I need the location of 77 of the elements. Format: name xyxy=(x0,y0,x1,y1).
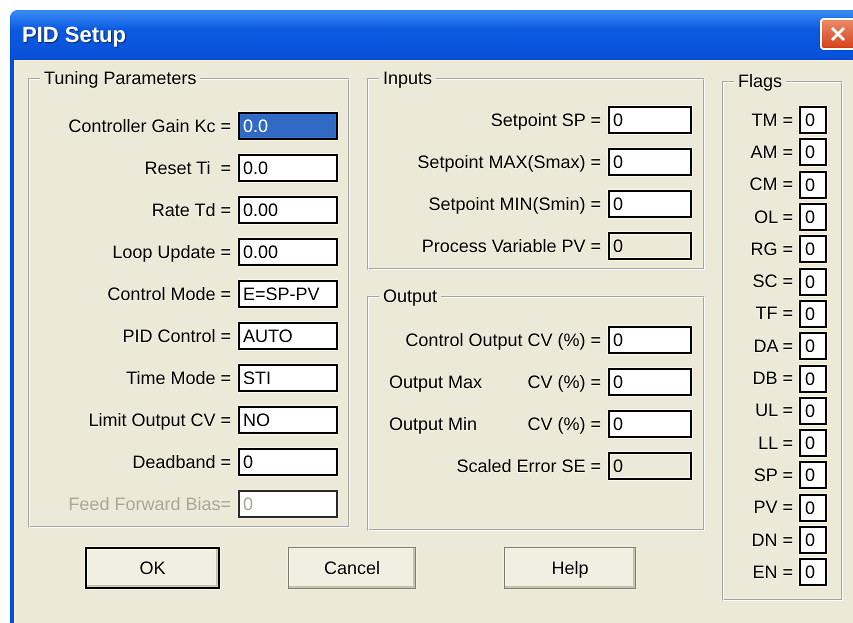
field-label: Feed Forward Bias= xyxy=(67,494,231,514)
input-field[interactable]: STI xyxy=(238,364,338,392)
input-field[interactable]: 0 xyxy=(608,326,692,354)
flag-label: EN = xyxy=(752,562,793,583)
input-field[interactable]: 0 xyxy=(608,148,692,176)
flag-label: TM = xyxy=(751,110,793,131)
flag-label: SC = xyxy=(752,271,793,292)
input-field[interactable]: 0.0 xyxy=(238,154,338,182)
field-label: Setpoint MAX(Smax) = xyxy=(416,152,601,172)
input-field[interactable]: 0.00 xyxy=(238,238,338,266)
field-label: PID Control = xyxy=(121,326,231,346)
field-label: Limit Output CV = xyxy=(87,410,231,430)
dialog-button[interactable]: OK xyxy=(85,547,220,589)
flag-field[interactable]: 0 xyxy=(799,300,827,328)
flag-field[interactable]: 0 xyxy=(799,235,827,264)
flag-label: DB = xyxy=(752,368,793,390)
flag-field[interactable]: 0 xyxy=(799,203,827,232)
field-label: Rate Td = xyxy=(150,200,231,220)
flag-field[interactable]: 0 xyxy=(799,106,827,134)
group-title: Output xyxy=(382,286,438,307)
input-field[interactable]: E=SP-PV xyxy=(238,280,338,308)
close-icon xyxy=(830,26,846,42)
flag-label: RG = xyxy=(750,238,793,260)
flag-field[interactable]: 0 xyxy=(799,138,827,166)
flag-field[interactable]: 0 xyxy=(799,461,827,490)
group-title: Flags xyxy=(737,71,784,92)
flag-label: UL = xyxy=(755,400,793,422)
dialog-button[interactable]: Cancel xyxy=(288,547,416,589)
unit-label: CV (%) = xyxy=(527,414,601,434)
input-field[interactable]: 0 xyxy=(608,106,692,134)
input-field[interactable]: 0 xyxy=(608,410,692,438)
flag-field[interactable]: 0 xyxy=(799,170,827,199)
flag-label: DN = xyxy=(751,530,793,550)
flag-field[interactable]: 0 xyxy=(799,332,827,360)
flag-label: LL = xyxy=(758,432,793,454)
input-field[interactable]: 0 xyxy=(608,190,692,218)
input-field[interactable]: 0 xyxy=(608,368,692,396)
dialog-button[interactable]: Help xyxy=(504,547,636,589)
field-label: Loop Update = xyxy=(111,242,231,262)
input-field[interactable]: 0.00 xyxy=(238,196,338,224)
input-field[interactable]: NO xyxy=(238,406,338,434)
field-label: Control Mode = xyxy=(106,284,231,304)
field-label: Setpoint SP = xyxy=(490,110,601,130)
flag-label: CM = xyxy=(749,174,793,196)
field-label: Control Output CV (%) = xyxy=(404,330,601,350)
field-label: Process Variable PV = xyxy=(420,236,601,256)
flag-field[interactable]: 0 xyxy=(799,429,827,458)
flag-label: OL = xyxy=(754,206,793,228)
flag-field[interactable]: 0 xyxy=(799,526,827,554)
flag-field[interactable]: 0 xyxy=(799,268,827,296)
flag-field[interactable]: 0 xyxy=(799,364,827,393)
input-field: 0 xyxy=(608,232,692,260)
input-field[interactable]: 0.0 xyxy=(238,112,338,140)
field-label: Output Max xyxy=(389,372,482,392)
input-field[interactable]: AUTO xyxy=(238,322,338,350)
field-label: Deadband = xyxy=(131,452,231,472)
flag-field[interactable]: 0 xyxy=(799,494,827,522)
flag-label: TF = xyxy=(755,303,793,324)
window-title: PID Setup xyxy=(22,22,126,48)
field-label: Reset Ti = xyxy=(143,158,231,178)
close-button[interactable] xyxy=(820,18,853,50)
field-label: Controller Gain Kc = xyxy=(67,116,231,136)
group-title: Tuning Parameters xyxy=(43,68,198,89)
field-label: Output Min xyxy=(389,414,478,434)
flag-label: AM = xyxy=(750,142,793,163)
flag-label: PV = xyxy=(753,497,793,518)
flag-field[interactable]: 0 xyxy=(799,396,827,425)
field-label: Setpoint MIN(Smin) = xyxy=(427,194,601,214)
input-field[interactable]: 0 xyxy=(238,448,338,476)
flag-label: DA = xyxy=(753,336,793,357)
field-label: Scaled Error SE = xyxy=(455,456,601,476)
group-title: Inputs xyxy=(382,68,434,89)
field-label: Time Mode = xyxy=(125,368,231,388)
input-field: 0 xyxy=(608,452,692,480)
flag-field[interactable]: 0 xyxy=(799,558,827,586)
unit-label: CV (%) = xyxy=(527,372,601,392)
flag-label: SP = xyxy=(754,464,793,486)
